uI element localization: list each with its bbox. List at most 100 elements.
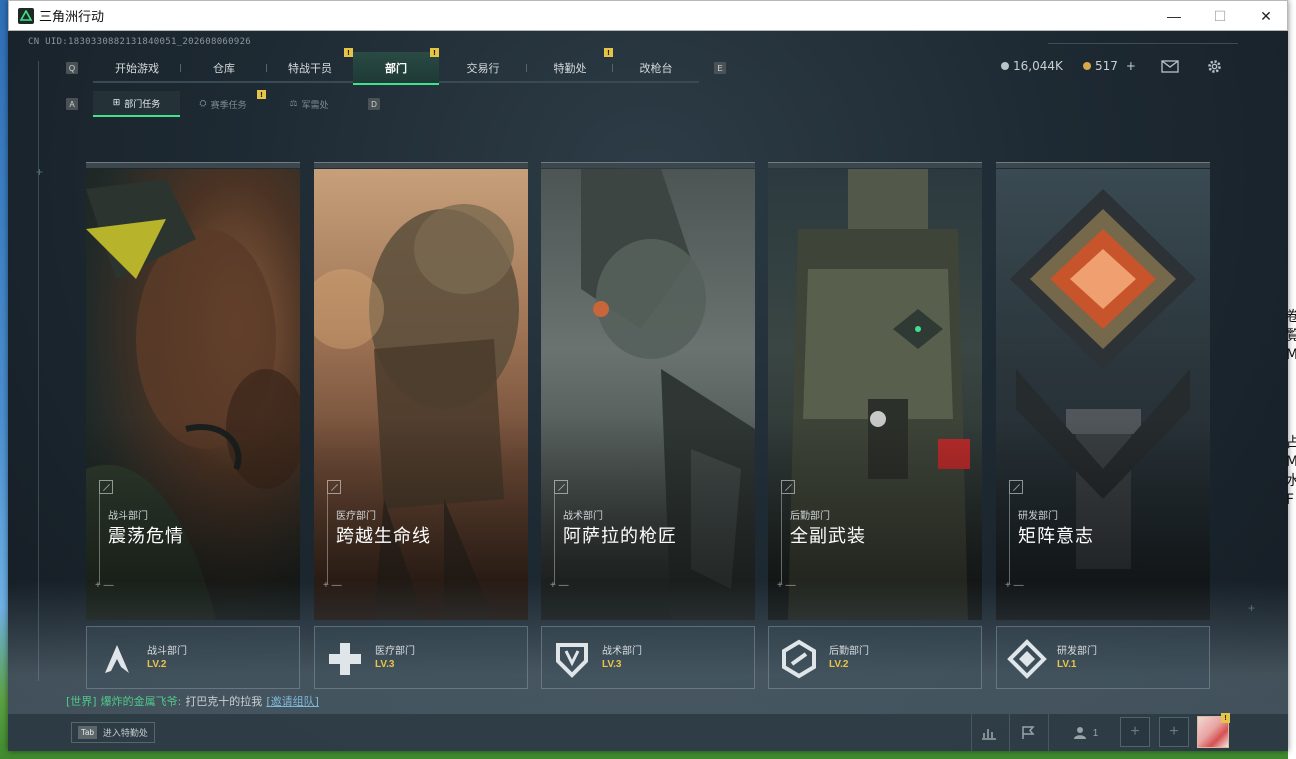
minimize-button[interactable]: — — [1151, 1, 1197, 31]
card-header-strip — [996, 162, 1210, 168]
chat-line[interactable]: [世界] 爆炸的金属飞爷: 打巴克十的拉我 [邀请组队] — [66, 693, 319, 709]
chat-channel: [世界] — [66, 695, 97, 708]
dept-level-medical[interactable]: 医疗部门 LV.3 — [314, 626, 528, 689]
invite-team-link[interactable]: [邀请组队] — [266, 693, 319, 709]
level-value: LV.2 — [147, 659, 167, 670]
level-dept-name: 战斗部门 — [147, 646, 187, 657]
enter-special-service-label: 进入特勤处 — [102, 729, 148, 739]
expand-icon — [554, 480, 568, 494]
premium-amount: 517 — [1095, 59, 1118, 73]
divider — [1048, 714, 1049, 751]
settings-gear-icon[interactable] — [1204, 56, 1224, 76]
subtab-quartermaster[interactable]: ⚖ 军需处 — [266, 91, 352, 117]
level-dept-name: 研发部门 — [1057, 646, 1097, 657]
card-decor-plus: + — — [1005, 580, 1024, 591]
enter-special-service-button[interactable]: Tab 进入特勤处 — [71, 722, 155, 743]
window-title: 三角洲行动 — [39, 10, 105, 25]
card-title: 全副武装 — [790, 526, 866, 547]
notification-badge: ! — [257, 90, 266, 99]
card-dept-label: 战斗部门 — [108, 511, 148, 522]
dept-card-tactical[interactable]: + — 战术部门 阿萨拉的枪匠 — [541, 162, 755, 620]
subtab-season-tasks[interactable]: ⛭ 赛季任务 ! — [180, 90, 266, 117]
dept-level-combat[interactable]: 战斗部门 LV.2 — [86, 626, 300, 689]
card-title: 阿萨拉的枪匠 — [563, 526, 677, 547]
card-title: 震荡危情 — [108, 526, 184, 547]
squad-members-icon[interactable]: 1 — [1068, 722, 1104, 744]
level-value: LV.1 — [1057, 659, 1077, 670]
card-header-strip — [314, 162, 528, 168]
expand-icon — [327, 480, 341, 494]
level-dept-name: 后勤部门 — [829, 646, 869, 657]
combat-dept-icon — [105, 645, 129, 673]
card-image — [86, 169, 300, 620]
tab-label: 开始游戏 — [115, 61, 159, 75]
card-header-strip — [768, 162, 982, 168]
level-value: LV.2 — [829, 659, 849, 670]
coin-icon — [1001, 62, 1009, 70]
tab-departments[interactable]: 部门! — [353, 48, 439, 85]
card-decor-plus: + — — [323, 580, 342, 591]
invite-slot-2[interactable]: + — [1159, 717, 1189, 747]
notification-badge: ! — [344, 48, 353, 57]
tab-operators[interactable]: 特战干员! — [267, 48, 353, 83]
subtab-label: 部门任务 — [124, 99, 161, 110]
decor-line — [1048, 43, 1238, 44]
expand-icon — [781, 480, 795, 494]
dept-level-logistics[interactable]: 后勤部门 LV.2 — [768, 626, 982, 689]
subtab-dept-tasks[interactable]: ⊞ 部门任务 — [93, 91, 180, 117]
card-title: 跨越生命线 — [336, 526, 431, 547]
dept-card-logistics[interactable]: + — 后勤部门 全副武装 — [768, 162, 982, 620]
bottom-bar: Tab 进入特勤处 1 + + ! — [8, 713, 1288, 751]
tab-label: 特战干员 — [288, 61, 332, 75]
dept-level-tactical[interactable]: 战术部门 LV.3 — [541, 626, 755, 689]
game-viewport: + + CN UID:1830330882131840051_202608060… — [8, 31, 1288, 751]
card-header-strip — [541, 162, 755, 168]
research-diamond-icon — [1007, 639, 1047, 679]
subtab-label: 军需处 — [301, 100, 329, 111]
desktop-clipped-text: 卷覧M — [1286, 309, 1296, 363]
desktop-clipped-text: 占M水F — [1286, 435, 1296, 508]
decor-line — [38, 61, 39, 681]
currency-amount: 16,044K — [1013, 59, 1063, 73]
card-image — [996, 169, 1210, 620]
currency-coins[interactable]: 16,044K — [1001, 59, 1063, 73]
tab-gunsmith[interactable]: 改枪台 — [613, 52, 699, 83]
main-nav: 开始游戏 仓库 特战干员! 部门! 交易行 特勤处! 改枪台 — [93, 48, 699, 85]
currency-premium[interactable]: 517 + — [1083, 59, 1136, 73]
tab-label: 交易行 — [466, 61, 500, 75]
tab-special-service[interactable]: 特勤处! — [527, 48, 613, 83]
expand-icon — [1009, 480, 1023, 494]
tab-warehouse[interactable]: 仓库 — [181, 52, 267, 83]
tab-trading[interactable]: 交易行 — [439, 52, 527, 83]
divider — [1009, 714, 1010, 751]
key-hint-q: Q — [66, 62, 78, 74]
close-button[interactable]: ✕ — [1243, 1, 1289, 31]
card-image — [768, 169, 982, 620]
flag-icon[interactable] — [1017, 722, 1039, 744]
dept-card-research[interactable]: + — 研发部门 矩阵意志 — [996, 162, 1210, 620]
dept-card-combat[interactable]: + — 战斗部门 震荡危情 — [86, 162, 300, 620]
card-title: 矩阵意志 — [1018, 526, 1094, 547]
invite-slot-1[interactable]: + — [1120, 717, 1150, 747]
game-window: 三角洲行动 — ☐ ✕ + + CN UID:18303308821318400… — [8, 0, 1288, 751]
tab-start-game[interactable]: 开始游戏 — [93, 52, 181, 83]
chat-message: 打巴克十的拉我 — [185, 695, 263, 708]
tab-label: 特勤处 — [553, 61, 587, 75]
mail-icon[interactable] — [1160, 56, 1180, 76]
level-dept-name: 医疗部门 — [375, 646, 415, 657]
chat-sender[interactable]: 爆炸的金属飞爷: — [101, 693, 182, 709]
dept-card-medical[interactable]: + — 医疗部门 跨越生命线 — [314, 162, 528, 620]
card-decor-plus: + — — [95, 580, 114, 591]
card-decor-line — [781, 494, 782, 584]
task-icon: ⊞ — [112, 98, 121, 108]
add-currency-button[interactable]: + — [1126, 59, 1136, 73]
notification-badge: ! — [604, 48, 613, 57]
subtab-label: 赛季任务 — [210, 100, 247, 111]
decor-plus: + — [1248, 601, 1256, 615]
maximize-button[interactable]: ☐ — [1197, 1, 1243, 31]
card-decor-plus: + — — [550, 580, 569, 591]
divider — [971, 714, 972, 751]
stats-bar-icon[interactable] — [978, 722, 1000, 744]
tab-label: 改枪台 — [639, 61, 673, 75]
dept-level-research[interactable]: 研发部门 LV.1 — [996, 626, 1210, 689]
